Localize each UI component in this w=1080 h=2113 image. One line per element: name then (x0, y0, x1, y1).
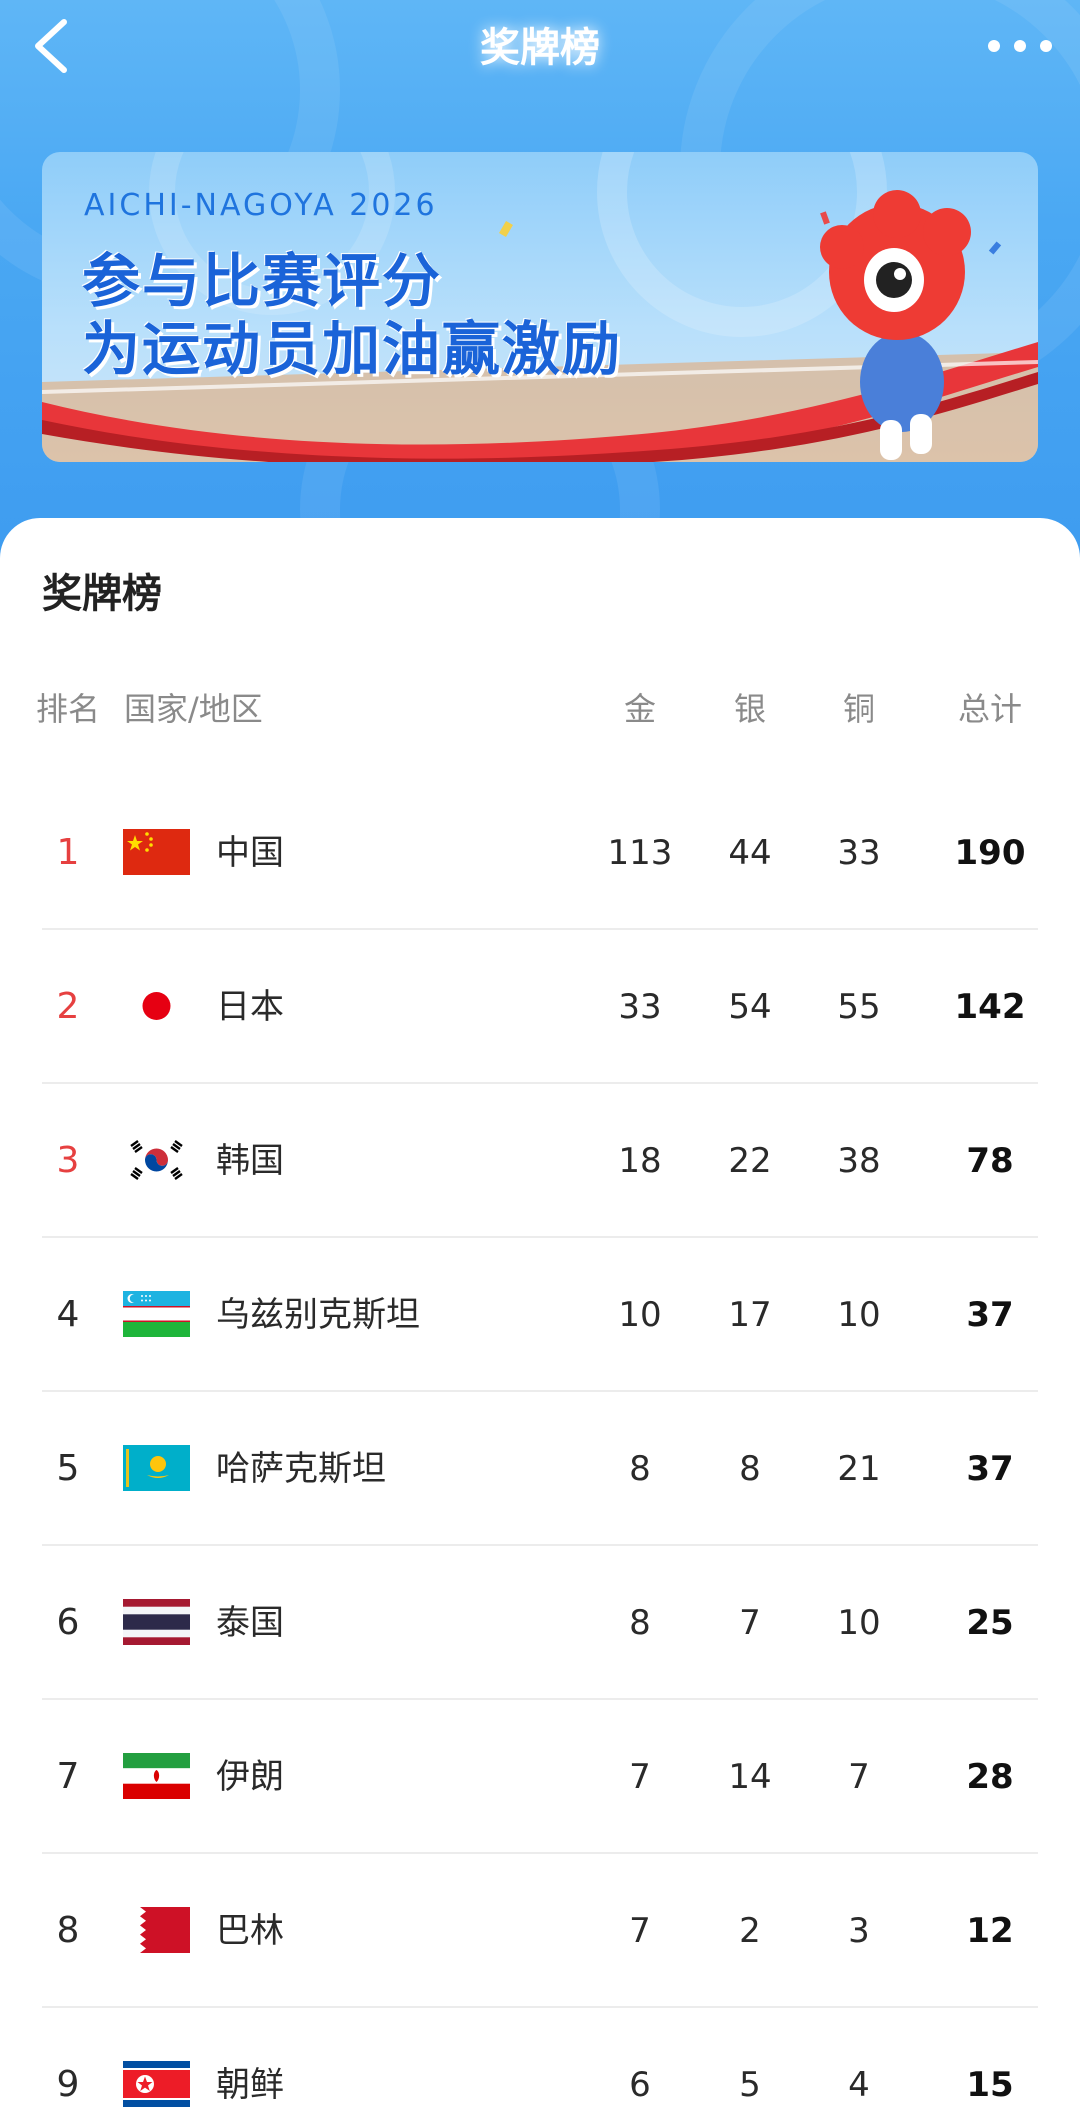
bronze-count: 4 (848, 2065, 870, 2105)
total-count: 12 (966, 1911, 1014, 1951)
rank-value: 5 (56, 1448, 80, 1489)
table-row[interactable]: 7 伊朗 7 14 7 28 (0, 1700, 1080, 1854)
more-dot-icon (1014, 40, 1026, 52)
silver-count: 14 (728, 1757, 772, 1797)
banner-headline-2: 为运动员加油赢激励 (82, 315, 623, 383)
medal-table-card: 奖牌榜 排名 国家/地区 金 银 铜 总计 1 中国 113 44 33 190… (0, 518, 1080, 2113)
table-row[interactable]: 5 哈萨克斯坦 8 8 21 37 (0, 1392, 1080, 1546)
gold-count: 8 (629, 1603, 651, 1643)
bronze-count: 3 (848, 1911, 870, 1951)
promo-banner[interactable]: AICHI-NAGOYA 2026 参与比赛评分 为运动员加油赢激励 (42, 152, 1038, 462)
table-row[interactable]: 1 中国 113 44 33 190 (0, 776, 1080, 930)
header-gold: 金 (623, 690, 656, 728)
country-name: 泰国 (216, 1603, 284, 1643)
total-count: 78 (966, 1141, 1014, 1181)
back-button[interactable] (24, 14, 84, 78)
header-bronze: 铜 (842, 690, 875, 728)
gold-count: 113 (607, 833, 673, 873)
japan-flag-icon (123, 983, 190, 1029)
banner-subtitle: AICHI-NAGOYA 2026 (84, 188, 438, 223)
rank-value: 4 (56, 1294, 80, 1335)
rank-value: 3 (56, 1140, 80, 1181)
gold-count: 18 (618, 1141, 662, 1181)
table-row[interactable]: 9 朝鲜 6 5 4 15 (0, 2008, 1080, 2113)
total-count: 15 (966, 2065, 1014, 2105)
korea-flag-icon (123, 1137, 190, 1183)
country-name: 韩国 (216, 1141, 284, 1181)
silver-count: 5 (739, 2065, 761, 2105)
gold-count: 8 (629, 1449, 651, 1489)
section-title: 奖牌榜 (42, 571, 162, 617)
table-header: 排名 国家/地区 金 银 铜 总计 (0, 684, 1080, 734)
gold-count: 7 (629, 1757, 651, 1797)
total-count: 25 (966, 1603, 1014, 1643)
header-rank: 排名 (36, 690, 101, 728)
silver-count: 17 (728, 1295, 772, 1335)
country-name: 日本 (216, 987, 284, 1027)
header-total: 总计 (957, 690, 1022, 728)
table-row[interactable]: 6 泰国 8 7 10 25 (0, 1546, 1080, 1700)
bronze-count: 38 (837, 1141, 881, 1181)
more-dot-icon (1040, 40, 1052, 52)
country-name: 巴林 (216, 1911, 284, 1951)
country-name: 伊朗 (216, 1757, 284, 1797)
chevron-left-icon (35, 19, 67, 73)
silver-count: 22 (728, 1141, 772, 1181)
thailand-flag-icon (123, 1599, 190, 1645)
rank-value: 8 (56, 1910, 80, 1951)
gold-count: 7 (629, 1911, 651, 1951)
country-name: 乌兹别克斯坦 (216, 1295, 420, 1335)
rank-value: 9 (56, 2064, 80, 2105)
rank-value: 1 (56, 832, 80, 873)
nav-bar: 奖牌榜 (0, 0, 1080, 100)
silver-count: 8 (739, 1449, 761, 1489)
more-dot-icon (988, 40, 1000, 52)
gold-count: 6 (629, 2065, 651, 2105)
bronze-count: 33 (837, 833, 881, 873)
gold-count: 10 (618, 1295, 662, 1335)
bahrain-flag-icon (123, 1907, 190, 1953)
kazakhstan-flag-icon (123, 1445, 190, 1491)
north-korea-flag-icon (123, 2061, 190, 2107)
page-title: 奖牌榜 (480, 25, 600, 71)
bronze-count: 10 (837, 1603, 881, 1643)
bronze-count: 10 (837, 1295, 881, 1335)
table-row[interactable]: 8 巴林 7 2 3 12 (0, 1854, 1080, 2008)
header-country: 国家/地区 (124, 690, 263, 728)
table-row[interactable]: 3 韩国 18 22 38 78 (0, 1084, 1080, 1238)
total-count: 37 (966, 1449, 1014, 1489)
rank-value: 2 (56, 986, 80, 1027)
table-row[interactable]: 2 日本 33 54 55 142 (0, 930, 1080, 1084)
total-count: 190 (954, 833, 1026, 873)
header-silver: 银 (733, 690, 766, 728)
bronze-count: 7 (848, 1757, 870, 1797)
rank-value: 7 (56, 1756, 80, 1797)
bronze-count: 21 (837, 1449, 881, 1489)
china-flag-icon (123, 829, 190, 875)
more-options-button[interactable] (988, 26, 1052, 66)
country-name: 中国 (216, 833, 284, 873)
country-name: 哈萨克斯坦 (216, 1449, 386, 1489)
silver-count: 54 (728, 987, 772, 1027)
gold-count: 33 (618, 987, 662, 1027)
table-row[interactable]: 4 乌兹别克斯坦 10 17 10 37 (0, 1238, 1080, 1392)
country-name: 朝鲜 (216, 2065, 284, 2105)
iran-flag-icon (123, 1753, 190, 1799)
total-count: 37 (966, 1295, 1014, 1335)
total-count: 142 (954, 987, 1026, 1027)
silver-count: 2 (739, 1911, 761, 1951)
uzbekistan-flag-icon (123, 1291, 190, 1337)
bronze-count: 55 (837, 987, 881, 1027)
silver-count: 7 (739, 1603, 761, 1643)
silver-count: 44 (728, 833, 772, 873)
rank-value: 6 (56, 1602, 80, 1643)
total-count: 28 (966, 1757, 1014, 1797)
